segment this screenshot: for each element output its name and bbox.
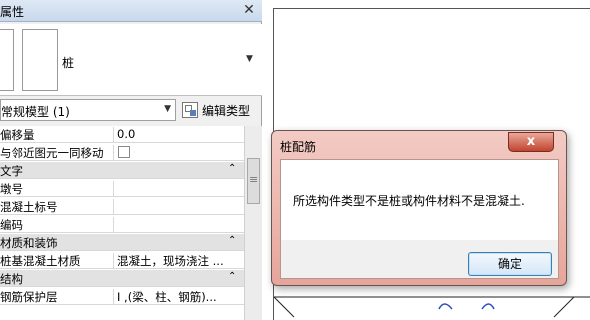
group-header-label: 文字 — [0, 164, 23, 178]
filter-row: 常规模型 (1) ▼ 编辑类型 — [0, 98, 262, 124]
property-key: 编码 — [0, 217, 114, 233]
collapse-icon[interactable]: ⌃ — [228, 235, 236, 246]
property-key: 偏移量 — [0, 127, 114, 143]
property-key: 钢筋保护层 — [0, 289, 114, 305]
properties-titlebar: 属性 ✕ — [0, 0, 262, 22]
property-value[interactable]: 混凝土，现场浇注 ... — [117, 253, 242, 269]
property-key: 桩基混凝土材质 — [0, 253, 114, 269]
group-header-label: 结构 — [0, 272, 23, 286]
edit-type-button[interactable]: 编辑类型 — [180, 99, 260, 121]
properties-grid: 偏移量 0.0 与邻近图元一同移动 文字 ⌃ 墩号 混凝土标号 编码 材质和装饰… — [0, 126, 244, 320]
edit-type-icon — [182, 102, 198, 118]
dialog-message: 所选构件类型不是桩或构件材料不是混凝土. — [293, 194, 525, 208]
property-value[interactable]: I ,(梁、柱、钢筋)... — [117, 289, 242, 305]
instance-filter-dropdown[interactable]: 常规模型 (1) ▼ — [0, 99, 176, 121]
close-icon: x — [526, 134, 536, 149]
group-header[interactable]: 文字 ⌃ — [0, 162, 244, 179]
type-name: 桩 — [62, 56, 75, 70]
properties-scrollbar[interactable] — [244, 126, 262, 320]
chevron-down-icon[interactable]: ▼ — [246, 54, 253, 64]
properties-panel: 属性 ✕ 桩 ▼ 常规模型 (1) ▼ 编辑类型 偏移量 0.0 与邻近图元一同… — [0, 0, 262, 320]
group-header[interactable]: 材质和装饰 ⌃ — [0, 234, 244, 251]
property-row[interactable]: 编码 — [0, 216, 244, 233]
message-area: 所选构件类型不是桩或构件材料不是混凝土. — [281, 160, 558, 240]
property-row[interactable]: 桩基混凝土材质 混凝土，现场浇注 ... — [0, 252, 244, 269]
dialog-title: 桩配筋 — [280, 140, 317, 154]
collapse-icon[interactable]: ⌃ — [228, 163, 236, 174]
properties-title: 属性 — [0, 5, 25, 19]
ok-button[interactable]: 确定 — [468, 252, 552, 276]
property-key: 混凝土标号 — [0, 199, 114, 215]
collapse-icon[interactable]: ⌃ — [228, 271, 236, 282]
close-icon[interactable]: ✕ — [241, 1, 257, 19]
edit-type-label: 编辑类型 — [202, 104, 251, 118]
type-preview-edge — [0, 29, 14, 91]
property-key: 与邻近图元一同移动 — [0, 145, 114, 161]
group-header[interactable]: 结构 ⌃ — [0, 270, 244, 287]
group-header-label: 材质和装饰 — [0, 236, 58, 250]
type-selector[interactable]: 桩 ▼ — [0, 24, 262, 96]
move-with-nearby-checkbox[interactable] — [118, 146, 130, 158]
property-row[interactable]: 钢筋保护层 I ,(梁、柱、钢筋)... — [0, 288, 244, 305]
scrollbar-thumb[interactable] — [247, 158, 260, 204]
type-preview-image — [22, 29, 58, 91]
instance-filter-value: 常规模型 (1) — [1, 105, 70, 119]
property-row[interactable]: 与邻近图元一同移动 — [0, 144, 244, 161]
property-row[interactable]: 混凝土标号 — [0, 198, 244, 215]
chevron-down-icon[interactable]: ▼ — [164, 104, 171, 114]
property-key: 墩号 — [0, 181, 114, 197]
property-row[interactable]: 墩号 — [0, 180, 244, 197]
pile-rebar-dialog: 桩配筋 x 所选构件类型不是桩或构件材料不是混凝土. 确定 — [271, 130, 567, 286]
dialog-body: 所选构件类型不是桩或构件材料不是混凝土. 确定 — [280, 159, 559, 279]
property-row[interactable]: 偏移量 0.0 — [0, 126, 244, 143]
property-value[interactable]: 0.0 — [117, 127, 242, 141]
dialog-close-button[interactable]: x — [508, 132, 554, 152]
